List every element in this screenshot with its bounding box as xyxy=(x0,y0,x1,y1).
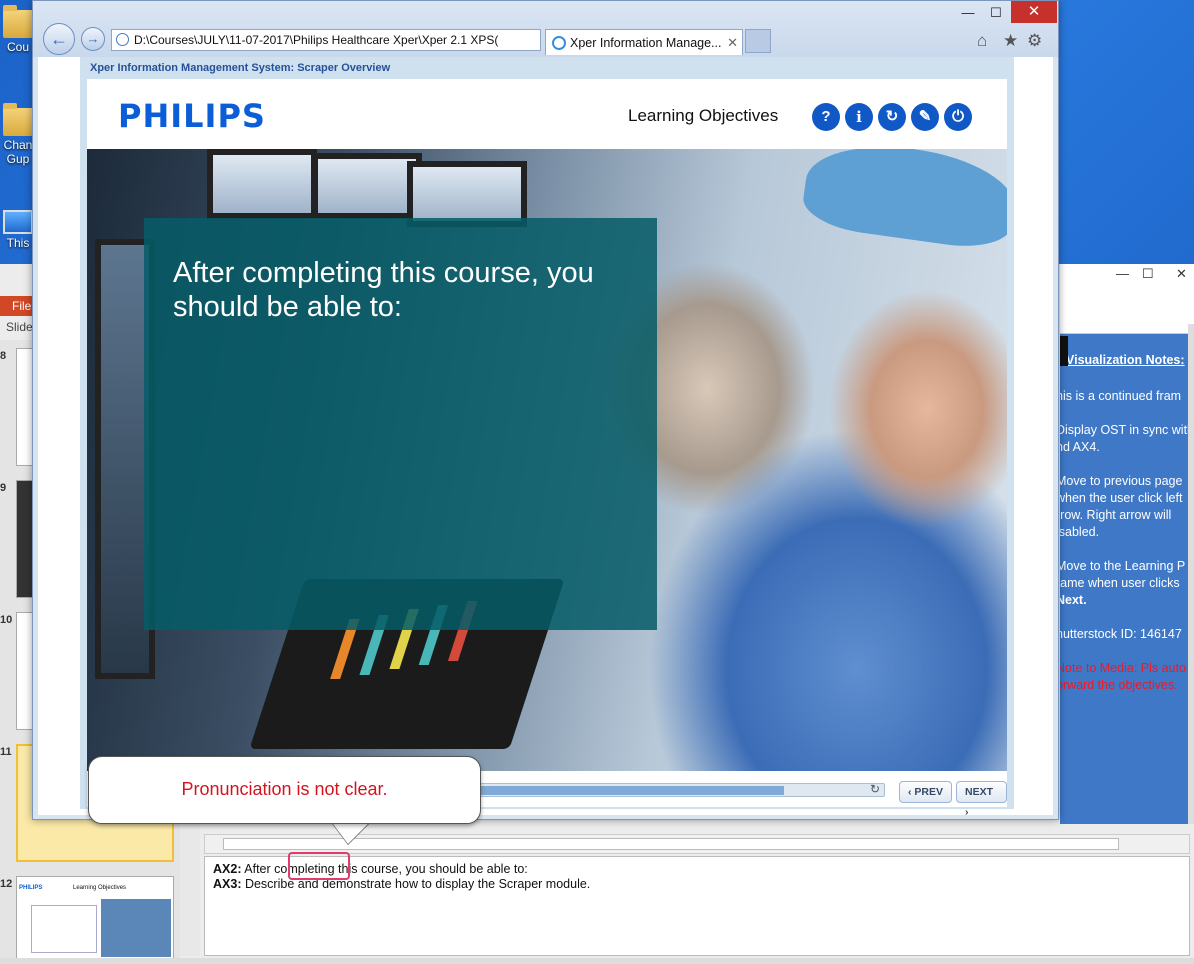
notes-cursor-bar xyxy=(1060,336,1068,366)
comment-text: Pronunciation is not clear. xyxy=(181,779,388,799)
slide-thumbnail[interactable]: PHILIPS Learning Objectives xyxy=(16,876,174,960)
thumb-number: 8 xyxy=(0,350,7,362)
notes-line: when the user click left xyxy=(1060,491,1183,505)
ppt-statusbar xyxy=(0,958,1194,964)
notes-line: isabled. xyxy=(1060,525,1100,539)
notes-line: rame when user clicks xyxy=(1060,576,1180,590)
notes-button[interactable]: ✎ xyxy=(911,103,939,131)
desktop-icon-label: This xyxy=(6,236,30,250)
reload-icon[interactable]: ↻ xyxy=(870,782,880,796)
note-tag: AX2: xyxy=(213,862,242,876)
thumb-textbox xyxy=(31,905,97,953)
exit-button[interactable]: ⏻ xyxy=(944,103,972,131)
info-button[interactable]: i xyxy=(845,103,873,131)
prev-label: PREV xyxy=(914,786,944,798)
speaker-notes[interactable]: AX2: After completing this course, you s… xyxy=(204,856,1190,956)
tab-title: Xper Information Manage... xyxy=(570,36,722,50)
chevron-right-icon: › xyxy=(965,806,969,818)
thumb-logo: PHILIPS xyxy=(19,885,43,891)
notes-line: Display OST in sync with xyxy=(1060,423,1194,437)
desktop-folder-chan[interactable]: Chan Gup xyxy=(0,103,36,166)
notes-line: hutterstock ID: 146147 xyxy=(1060,627,1182,641)
annotation-highlight-box xyxy=(288,852,350,880)
notes-line: his is a continued fram xyxy=(1060,389,1182,403)
background-monitor xyxy=(312,153,422,219)
desktop-icon-label: Chan xyxy=(3,138,33,152)
notes-line: rrow. Right arrow will xyxy=(1060,508,1172,522)
new-tab-button[interactable] xyxy=(745,29,771,53)
ppt-ribbon xyxy=(1060,286,1194,334)
thumb-photo xyxy=(101,899,171,957)
ppt-minimize-button[interactable]: — xyxy=(1116,266,1129,281)
address-text: D:\Courses\JULY\11-07-2017\Philips Healt… xyxy=(134,33,499,47)
notes-line: Move to the Learning P xyxy=(1060,559,1186,573)
slide-stage: After completing this course, you should… xyxy=(87,149,1007,771)
ppt-close-button[interactable]: ✕ xyxy=(1176,266,1187,282)
notes-heading: Visualization Notes: xyxy=(1066,353,1185,367)
ppt-slides-label: Slide xyxy=(6,320,33,334)
surgical-cap xyxy=(799,149,1007,254)
replay-button[interactable]: ↻ xyxy=(878,103,906,131)
folder-icon xyxy=(3,5,33,38)
browser-toolbar: — ☐ ✕ ← → D:\Courses\JULY\11-07-2017\Phi… xyxy=(33,1,1058,57)
forward-button[interactable]: → xyxy=(81,27,105,51)
objectives-textbox: After completing this course, you should… xyxy=(144,218,657,630)
ppt-titlebar: — ☐ ✕ xyxy=(1060,264,1194,286)
note-tag: AX3: xyxy=(213,877,242,891)
speaker-note-line: AX3: Describe and demonstrate how to dis… xyxy=(213,877,1181,892)
minimize-button[interactable]: — xyxy=(957,3,979,23)
thumbnail-scrollbar[interactable] xyxy=(180,824,200,956)
course-title: Xper Information Management System: Scra… xyxy=(90,62,391,74)
course-player: Xper Information Management System: Scra… xyxy=(80,57,1014,818)
notes-line: Move to previous page xyxy=(1060,474,1183,488)
speaker-note-line: AX2: After completing this course, you s… xyxy=(213,862,1181,877)
desktop-folder-courses[interactable]: Cou xyxy=(0,5,36,54)
notes-line: Next. xyxy=(1060,593,1087,607)
ie-page-icon xyxy=(116,33,129,46)
background-monitor xyxy=(207,149,317,219)
notes-line-media: Note to Media: Pls auto xyxy=(1060,661,1186,675)
ppt-maximize-button[interactable]: ☐ xyxy=(1142,266,1154,282)
home-icon[interactable]: ⌂ xyxy=(977,31,987,51)
thumb-number: 12 xyxy=(0,878,13,890)
close-button[interactable]: ✕ xyxy=(1011,1,1057,23)
favorites-icon[interactable]: ★ xyxy=(1003,31,1018,51)
notes-line: nd AX4. xyxy=(1060,440,1100,454)
course-header: PHILIPS Learning Objectives ? i ↻ ✎ ⏻ xyxy=(87,79,1007,149)
page-title: Learning Objectives xyxy=(628,106,779,125)
desktop-icon-label: Gup xyxy=(6,152,30,166)
maximize-button[interactable]: ☐ xyxy=(985,3,1007,23)
prev-button[interactable]: ‹ PREV xyxy=(899,781,953,803)
notes-scrollbar[interactable] xyxy=(1188,324,1194,824)
visualization-notes-pane: Visualization Notes: his is a continued … xyxy=(1060,334,1194,824)
philips-logo: PHILIPS xyxy=(118,97,266,135)
ppt-file-tab[interactable]: File xyxy=(0,296,34,316)
tab-close-icon[interactable]: ✕ xyxy=(727,35,738,51)
progress-bar[interactable]: ↻ xyxy=(477,782,885,797)
objectives-intro: After completing this course, you should… xyxy=(173,257,594,323)
browser-content: Xper Information Management System: Scra… xyxy=(38,57,1053,818)
settings-icon[interactable]: ⚙ xyxy=(1027,31,1042,51)
browser-window: — ☐ ✕ ← → D:\Courses\JULY\11-07-2017\Phi… xyxy=(32,0,1059,820)
address-bar[interactable]: D:\Courses\JULY\11-07-2017\Philips Healt… xyxy=(111,29,541,51)
comment-bubble: Pronunciation is not clear. xyxy=(88,756,481,824)
thumb-number: 11 xyxy=(0,746,12,758)
next-button[interactable]: NEXT › xyxy=(956,781,1007,818)
folder-icon xyxy=(3,103,33,136)
tab-xper[interactable]: Xper Information Manage... ✕ xyxy=(545,29,743,55)
thumb-heading: Learning Objectives xyxy=(73,885,127,891)
next-label: NEXT xyxy=(965,786,994,798)
computer-icon xyxy=(3,210,33,234)
help-button[interactable]: ? xyxy=(812,103,840,131)
thumb-number: 9 xyxy=(0,482,7,494)
back-button[interactable]: ← xyxy=(43,23,75,55)
thumb-number: 10 xyxy=(0,614,13,626)
progress-fill xyxy=(478,786,784,795)
note-text: After completing this course, you should… xyxy=(241,862,528,876)
ie-tab-icon xyxy=(552,36,566,50)
desktop-this-pc[interactable]: This xyxy=(0,210,36,250)
desktop-icon-label: Cou xyxy=(6,40,29,54)
notes-line-media: orward the objectives. xyxy=(1060,678,1178,692)
